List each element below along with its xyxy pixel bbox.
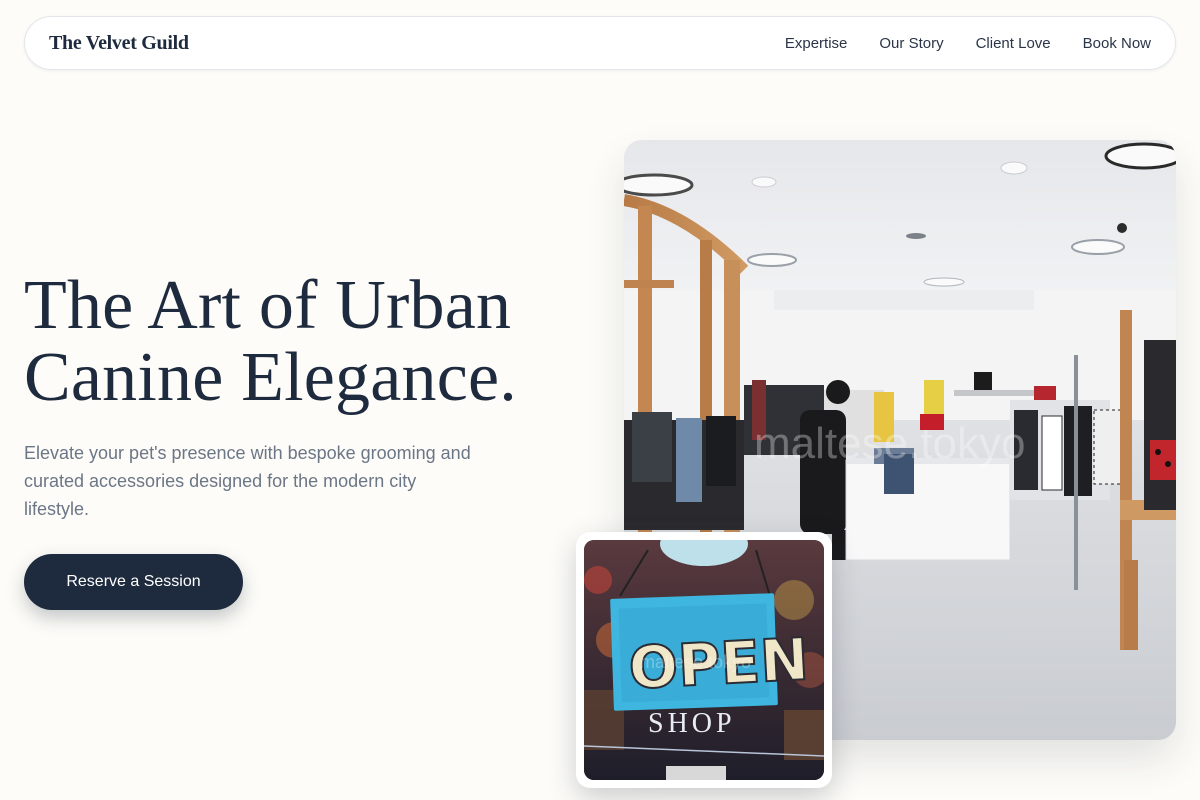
nav-link-client-love[interactable]: Client Love [976, 35, 1051, 52]
nav-links: Expertise Our Story Client Love Book Now [785, 35, 1151, 52]
open-sign-photo-card: OPEN SHOP maltese.tokyo [576, 532, 832, 788]
hero-title: The Art of Urban Canine Elegance. [24, 270, 584, 414]
hero-title-line-2: Canine Elegance. [24, 339, 517, 416]
hero-subtitle: Elevate your pet's presence with bespoke… [24, 443, 471, 519]
nav-link-our-story[interactable]: Our Story [879, 35, 943, 52]
inset-image-watermark: maltese.tokyo [640, 652, 751, 672]
top-nav-bar: The Velvet Guild Expertise Our Story Cli… [24, 16, 1176, 70]
open-sign-image: OPEN SHOP maltese.tokyo [584, 540, 824, 780]
nav-link-book-now[interactable]: Book Now [1083, 35, 1151, 52]
hero-title-line-1: The Art of Urban [24, 267, 512, 344]
nav-link-expertise[interactable]: Expertise [785, 35, 848, 52]
brand-logo[interactable]: The Velvet Guild [49, 32, 189, 55]
shop-sign-text: SHOP [648, 708, 736, 739]
main-image-watermark: maltese.tokyo [754, 419, 1025, 468]
reserve-session-button[interactable]: Reserve a Session [24, 554, 243, 610]
